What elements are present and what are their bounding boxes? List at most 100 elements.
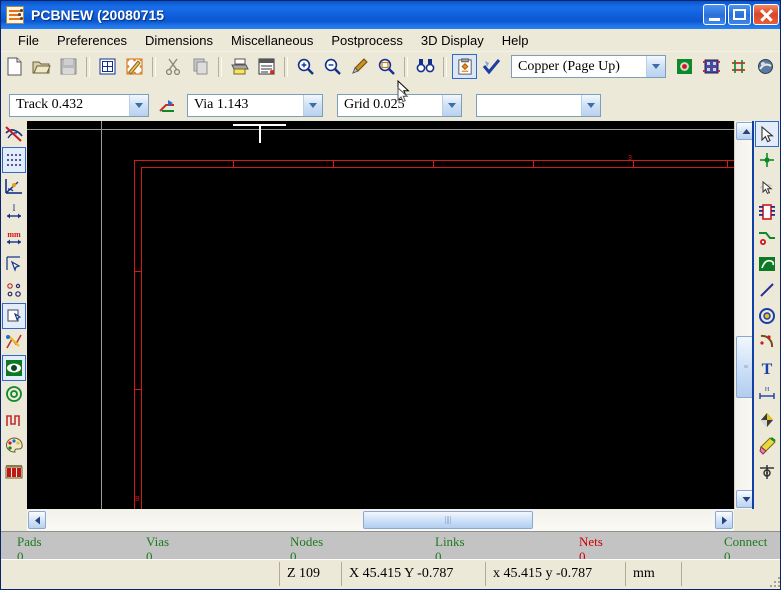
add-text-icon[interactable]: T [755,355,779,381]
cursor-shape-icon[interactable] [2,251,26,277]
menu-postprocess[interactable]: Postprocess [322,31,412,50]
show-high-contrast-icon[interactable] [2,355,26,381]
show-module-ratsnest-icon[interactable] [672,54,697,79]
crosshair-vertical [259,124,261,143]
hide-ratsnest-icon[interactable] [2,121,26,147]
zoom-fit-icon[interactable] [374,54,399,79]
menu-3d-display[interactable]: 3D Display [412,31,493,50]
add-module-icon[interactable] [755,199,779,225]
chevron-down-icon[interactable] [646,56,665,77]
chevron-down-icon[interactable] [581,94,600,116]
horizontal-scrollbar[interactable]: |||| [27,509,734,531]
highlight-net-icon[interactable] [755,147,779,173]
open-board-icon[interactable] [29,54,54,79]
pcb-drawing-canvas[interactable]: 3 B [27,121,756,509]
menu-preferences[interactable]: Preferences [48,31,136,50]
maximize-button[interactable] [728,4,751,25]
right-tools-toolbar: T H [752,121,780,509]
menu-help[interactable]: Help [493,31,538,50]
chevron-down-icon[interactable] [303,94,322,116]
svg-text:H: H [765,387,770,393]
close-button[interactable] [753,4,779,25]
chevron-down-icon[interactable] [129,94,148,116]
show-pads-holes-icon[interactable] [2,407,26,433]
zoom-in-icon[interactable] [293,54,318,79]
polar-coords-icon[interactable] [2,173,26,199]
add-line-icon[interactable] [755,277,779,303]
zoom-select[interactable] [476,93,601,117]
drc-icon[interactable] [479,54,504,79]
board-outline-left-inner [141,167,142,509]
toolbar-separator [152,56,156,77]
set-origin-icon[interactable] [755,459,779,485]
new-board-icon[interactable] [2,54,27,79]
chevron-down-icon[interactable] [442,94,461,116]
scroll-right-icon[interactable] [715,511,733,529]
open-module-editor-icon[interactable] [122,54,147,79]
auto-track-width-icon[interactable] [155,93,180,118]
show-pads-sketch-icon[interactable] [2,277,26,303]
add-circle-icon[interactable] [755,303,779,329]
board-statistics-bar: Pads 0 Vias 0 Nodes 0 Links 0 Nets 0 Con… [1,531,780,563]
scroll-left-icon[interactable] [28,511,46,529]
horizontal-scroll-thumb[interactable]: |||| [363,511,533,529]
autoroute-icon[interactable] [699,54,724,79]
local-ratsnest-icon[interactable] [755,173,779,199]
count-nodes-label: Nodes [290,534,324,549]
track-width-select[interactable]: Track 0.432 [9,93,149,117]
layer-select[interactable]: Copper (Page Up) [511,55,666,78]
show-grid-icon[interactable] [2,147,26,173]
frame-tick [727,160,728,167]
netlist-icon[interactable] [452,54,477,79]
svg-text:T: T [762,361,773,378]
status-absolute-coords: X 45.415 Y -0.787 [341,562,485,586]
cursor-select-icon[interactable] [755,121,779,147]
mode-track-icon[interactable] [726,54,751,79]
svg-text:mm: mm [7,230,21,239]
page-settings-icon[interactable] [95,54,120,79]
board-outline-top-outer [134,160,734,161]
scroll-thumb-grip: ≡ [743,362,749,371]
add-zone-icon[interactable] [755,251,779,277]
add-mire-icon[interactable] [755,407,779,433]
aux-toolbar: Track 0.432 Via 1.143 Grid 0.025 [1,89,780,121]
menu-bar: File Preferences Dimensions Miscellaneou… [1,29,780,51]
grid-value: Grid 0.025 [344,97,405,112]
redraw-icon[interactable] [347,54,372,79]
add-track-via-icon[interactable] [755,225,779,251]
via-size-select[interactable]: Via 1.143 [187,93,323,117]
plot-icon[interactable] [254,54,279,79]
pcbnew-app-icon [6,6,24,24]
zoom-out-icon[interactable] [320,54,345,79]
board-outline-left-outer [134,160,135,509]
menu-dimensions[interactable]: Dimensions [136,31,222,50]
delete-item-icon[interactable] [755,433,779,459]
resize-grip[interactable] [766,573,780,587]
frame-label: B [135,496,140,503]
frame-tick-left [134,389,141,390]
hide-ratsnest-icon[interactable] [753,54,778,79]
count-connect-label: Connect [724,534,768,549]
count-vias-label: Vias [146,534,170,549]
show-tracks-sketch-icon[interactable] [2,329,26,355]
show-vias-sketch-icon[interactable] [2,303,26,329]
show-palette-icon[interactable] [2,433,26,459]
add-dimension-icon[interactable]: H [755,381,779,407]
menu-file[interactable]: File [9,31,48,50]
copy-icon[interactable] [188,54,213,79]
units-inches-icon[interactable]: I [2,199,26,225]
cut-icon[interactable] [161,54,186,79]
add-arc-icon[interactable] [755,329,779,355]
units-mm-icon[interactable]: mm [2,225,26,251]
show-invisible-text-icon[interactable] [2,381,26,407]
find-icon[interactable] [413,54,438,79]
pcb-canvas-surface[interactable]: 3 B [27,121,734,509]
menu-miscellaneous[interactable]: Miscellaneous [222,31,322,50]
frame-tick [233,160,234,167]
grid-select[interactable]: Grid 0.025 [337,93,462,117]
minimize-button[interactable] [703,4,726,25]
print-icon[interactable] [227,54,252,79]
save-board-icon[interactable] [56,54,81,79]
main-toolbar: Copper (Page Up) [1,51,780,81]
show-layers-manager-icon[interactable] [2,459,26,485]
